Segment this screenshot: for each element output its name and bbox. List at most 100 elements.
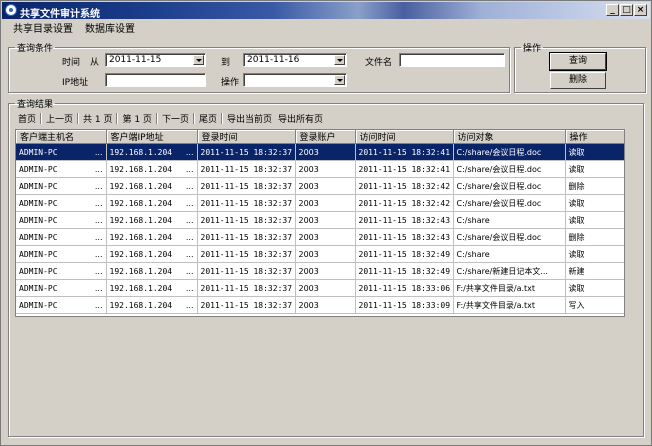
cell-ip: 192.168.1.204... [106,245,198,263]
table-row[interactable]: ADMIN-PC... 192.168.1.204... 2011-11-15 18… [16,194,624,212]
truncation-marker: ... [185,266,194,276]
cell-access-object: C:/share/会议日程.doc [453,143,566,161]
column-header-login-account[interactable]: 登录账户 [295,130,356,144]
cell-hostname: ADMIN-PC... [16,177,107,195]
current-page-label: 第 1 页 [122,114,152,125]
cell-access-time: 2011-11-15 18:32:42 [355,194,454,212]
chevron-down-icon[interactable] [193,55,204,65]
table-row[interactable]: ADMIN-PC... 192.168.1.204... 2011-11-15 18… [16,262,624,280]
operation-select[interactable] [243,73,347,87]
cell-login-account: 2003 [295,177,356,195]
cell-login-account: 2003 [295,245,356,263]
cell-login-time: 2011-11-15 18:32:37 [197,211,296,229]
table-row[interactable]: ADMIN-PC... 192.168.1.204... 2011-11-15 18… [16,177,624,195]
column-header-ip[interactable]: 客户端IP地址 [106,130,198,144]
chevron-down-icon[interactable] [334,55,345,65]
cell-operation: 写入 [565,296,624,314]
cell-access-object: C:/share/会议日程.doc [453,160,566,178]
cell-hostname: ADMIN-PC... [16,211,107,229]
table-row[interactable]: ADMIN-PC... 192.168.1.204... 2011-11-15 18… [16,143,624,161]
truncation-marker: ... [94,164,103,174]
delete-button[interactable]: 删除 [550,72,606,89]
cell-operation: 读取 [565,194,624,212]
truncation-marker: ... [185,249,194,259]
to-label: 到 [221,58,231,68]
cell-ip: 192.168.1.204... [106,279,198,297]
cell-access-object: C:/share [453,245,566,263]
truncation-marker: ... [185,283,194,293]
cell-login-time: 2011-11-15 18:32:37 [197,296,296,314]
first-page-button[interactable]: 首页 [15,112,39,125]
query-button[interactable]: 查询 [549,52,607,71]
cell-operation: 读取 [565,211,624,229]
time-label: 时间 [62,58,81,68]
cell-ip: 192.168.1.204... [106,228,198,246]
table-row[interactable]: ADMIN-PC... 192.168.1.204... 2011-11-15 18… [16,211,624,229]
last-page-button[interactable]: 尾页 [196,112,220,125]
ip-field[interactable] [105,73,206,87]
cell-operation: 删除 [565,177,624,195]
cell-ip: 192.168.1.204... [106,262,198,280]
cell-operation: 读取 [565,143,624,161]
prev-page-button[interactable]: 上一页 [43,112,76,125]
title-bar[interactable]: 共享文件审计系统 _ □ × [2,2,650,20]
truncation-marker: ... [94,215,103,225]
truncation-marker: ... [94,249,103,259]
table-row[interactable]: ADMIN-PC... 192.168.1.204... 2011-11-15 18… [16,279,624,297]
column-header-login-time[interactable]: 登录时间 [197,130,296,144]
minimize-button[interactable]: _ [606,4,619,16]
cell-hostname: ADMIN-PC... [16,143,107,161]
cell-hostname: ADMIN-PC... [16,160,107,178]
cell-hostname: ADMIN-PC... [16,245,107,263]
column-header-access-object[interactable]: 访问对象 [453,130,566,144]
cell-access-time: 2011-11-15 18:32:49 [355,245,454,263]
cell-ip: 192.168.1.204... [106,177,198,195]
cell-login-account: 2003 [295,279,356,297]
cell-login-time: 2011-11-15 18:32:37 [197,279,296,297]
menu-database-settings[interactable]: 数据库设置 [79,20,141,35]
cell-operation: 读取 [565,279,624,297]
column-header-operation[interactable]: 操作 [565,130,624,144]
from-date-select[interactable]: 2011-11-15 [105,53,206,67]
results-table[interactable]: 客户端主机名 客户端IP地址 登录时间 登录账户 访问时间 访问对象 操作 AD… [15,129,625,317]
cell-ip: 192.168.1.204... [106,194,198,212]
cell-access-time: 2011-11-15 18:33:06 [355,279,454,297]
cell-login-account: 2003 [295,160,356,178]
app-icon [5,4,17,16]
table-row[interactable]: ADMIN-PC... 192.168.1.204... 2011-11-15 18… [16,245,624,263]
cell-login-time: 2011-11-15 18:32:37 [197,245,296,263]
filename-field[interactable] [399,53,505,67]
column-header-hostname[interactable]: 客户端主机名 [16,130,107,144]
cell-access-object: C:/share/会议日程.doc [453,177,566,195]
close-button[interactable]: × [634,4,647,16]
cell-access-object: C:/share/会议日程.doc [453,194,566,212]
cell-access-time: 2011-11-15 18:32:43 [355,211,454,229]
menu-shared-dir-settings[interactable]: 共享目录设置 [2,20,79,35]
query-results-legend: 查询结果 [17,100,54,110]
cell-access-object: F:/共享文件目录/a.txt [453,296,566,314]
chevron-down-icon[interactable] [334,75,345,85]
cell-login-time: 2011-11-15 18:32:37 [197,262,296,280]
cell-login-time: 2011-11-15 18:32:37 [197,228,296,246]
cell-login-time: 2011-11-15 18:32:37 [197,177,296,195]
maximize-button[interactable]: □ [620,4,633,16]
query-conditions-legend: 查询条件 [17,44,54,54]
truncation-marker: ... [185,215,194,225]
cell-access-time: 2011-11-15 18:32:41 [355,143,454,161]
cell-login-account: 2003 [295,296,356,314]
operations-legend: 操作 [523,44,542,54]
table-row[interactable]: ADMIN-PC... 192.168.1.204... 2011-11-15 18… [16,228,624,246]
export-all-pages-button[interactable]: 导出所有页 [275,112,326,125]
cell-access-time: 2011-11-15 18:32:41 [355,160,454,178]
table-row[interactable]: ADMIN-PC... 192.168.1.204... 2011-11-15 18… [16,160,624,178]
truncation-marker: ... [94,266,103,276]
cell-hostname: ADMIN-PC... [16,279,107,297]
next-page-button[interactable]: 下一页 [159,112,192,125]
cell-access-time: 2011-11-15 18:32:49 [355,262,454,280]
table-row[interactable]: ADMIN-PC... 192.168.1.204... 2011-11-15 18… [16,296,624,314]
cell-access-time: 2011-11-15 18:32:43 [355,228,454,246]
to-date-select[interactable]: 2011-11-16 [243,53,347,67]
ip-label: IP地址 [62,78,89,88]
column-header-access-time[interactable]: 访问时间 [355,130,454,144]
export-current-page-button[interactable]: 导出当前页 [224,112,275,125]
